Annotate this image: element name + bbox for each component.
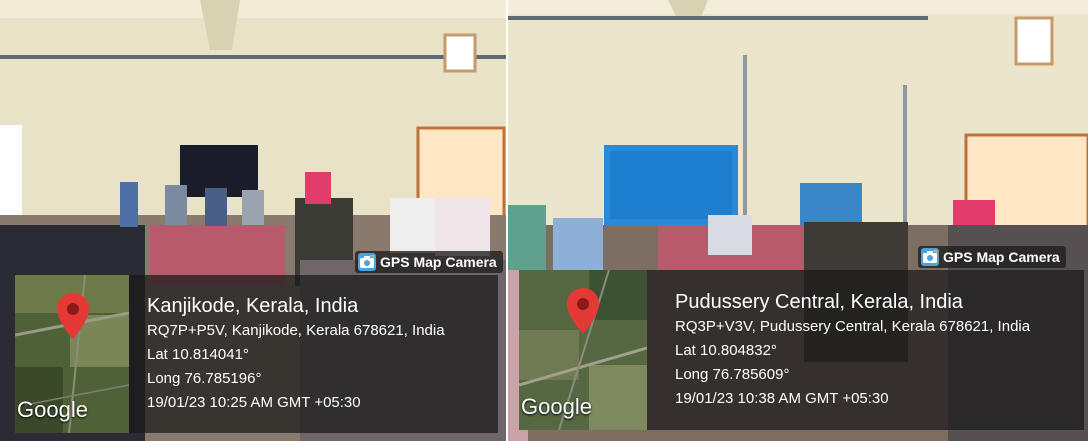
gps-info-overlay: Google Pudussery Central, Kerala, India … bbox=[519, 270, 1084, 430]
gps-map-camera-badge: GPS Map Camera bbox=[918, 246, 1066, 268]
satellite-map-thumbnail: Google bbox=[519, 270, 647, 430]
place-name: Pudussery Central, Kerala, India bbox=[675, 291, 963, 313]
gps-map-camera-badge: GPS Map Camera bbox=[355, 251, 503, 273]
map-pin-icon bbox=[57, 293, 89, 339]
badge-label: GPS Map Camera bbox=[943, 249, 1060, 265]
google-logo: Google bbox=[521, 394, 592, 419]
latitude: Lat 10.804832° bbox=[675, 342, 777, 359]
gps-camera-icon bbox=[358, 253, 376, 271]
gps-info-overlay: Google Kanjikode, Kerala, India RQ7P+P5V… bbox=[15, 275, 498, 433]
google-logo: Google bbox=[17, 397, 88, 422]
longitude: Long 76.785609° bbox=[675, 366, 790, 383]
address-line: RQ7P+P5V, Kanjikode, Kerala 678621, Indi… bbox=[147, 322, 445, 339]
photo-right: GPS Map Camera Google Pudussery Central,… bbox=[508, 0, 1088, 441]
photo-left: GPS Map Camera Google Kanjikode, Kerala,… bbox=[0, 0, 506, 441]
address-line: RQ3P+V3V, Pudussery Central, Kerala 6786… bbox=[675, 318, 1031, 335]
longitude: Long 76.785196° bbox=[147, 370, 262, 387]
date-time: 19/01/23 10:38 AM GMT +05:30 bbox=[675, 390, 889, 407]
satellite-map-thumbnail: Google bbox=[15, 275, 129, 433]
latitude: Lat 10.814041° bbox=[147, 346, 249, 363]
place-name: Kanjikode, Kerala, India bbox=[147, 295, 359, 317]
map-pin-icon bbox=[567, 288, 599, 334]
location-details: Pudussery Central, Kerala, India RQ3P+V3… bbox=[675, 270, 1084, 430]
photo-collage: GPS Map Camera Google Kanjikode, Kerala,… bbox=[0, 0, 1088, 441]
location-details: Kanjikode, Kerala, India RQ7P+P5V, Kanji… bbox=[147, 275, 498, 433]
gps-camera-icon bbox=[921, 248, 939, 266]
date-time: 19/01/23 10:25 AM GMT +05:30 bbox=[147, 394, 361, 411]
badge-label: GPS Map Camera bbox=[380, 254, 497, 270]
